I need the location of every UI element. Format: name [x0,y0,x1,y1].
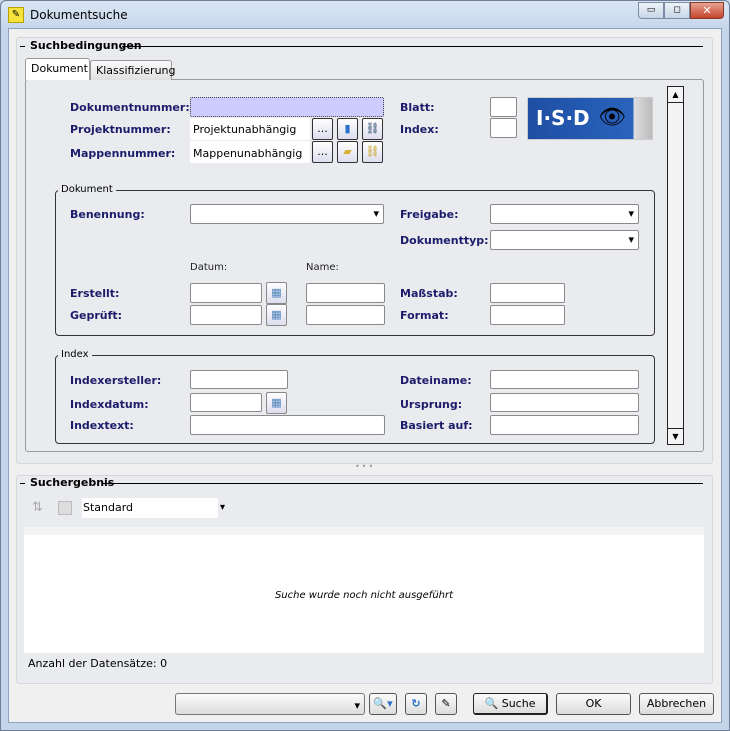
minimize-button[interactable]: ▭ [638,2,664,19]
splitter-handle[interactable]: ••• [355,462,375,471]
erstellt-date-input[interactable] [190,283,262,303]
maximize-button[interactable]: ◻ [664,2,690,19]
app-icon: ✎ [8,7,24,23]
benennung-label: Benennung: [70,208,145,221]
massstab-input[interactable] [490,283,565,303]
window-title: Dokumentsuche [30,8,128,22]
clear-eraser-button[interactable]: ✎ [435,693,457,715]
view-config-icon[interactable] [58,501,72,515]
erstellt-label: Erstellt: [70,287,120,300]
search-button[interactable]: 🔍 Suche [473,693,548,715]
massstab-label: Maßstab: [400,287,458,300]
blatt-label: Blatt: [400,101,435,114]
dateiname-input[interactable] [490,370,639,389]
name-header: Name: [306,262,339,273]
dokumenttyp-select[interactable] [490,230,639,250]
tab-klassifizierung[interactable]: Klassifizierung [90,60,176,80]
save-search-button[interactable]: 🔍▾ [369,693,397,715]
results-table: Suche wurde noch nicht ausgeführt [24,527,704,653]
search-button-label: Suche [501,697,536,710]
isd-logo: I·S·D 👁 [527,97,653,140]
format-label: Format: [400,309,449,322]
mappennummer-input[interactable]: Mappenunabhängig [190,141,310,163]
erstellt-calendar-button[interactable]: ▦ [266,282,287,304]
swap-icon[interactable]: ⇅ [32,500,43,515]
geprueft-name-input[interactable] [306,305,385,325]
dokumenttyp-label: Dokumenttyp: [400,234,489,247]
eye-icon: 👁 [598,105,626,130]
basiert-auf-label: Basiert auf: [400,419,473,432]
indexersteller-input[interactable] [190,370,288,389]
dokumentnummer-input[interactable] [190,97,384,117]
geprueft-calendar-button[interactable]: ▦ [266,304,287,326]
index-group-title: Index [58,349,92,360]
projektnummer-input[interactable]: Projektunabhängig [190,118,310,140]
cancel-button[interactable]: Abbrechen [639,693,714,715]
freigabe-label: Freigabe: [400,208,459,221]
projektnummer-label: Projektnummer: [70,123,171,136]
mappe-folder-icon[interactable]: ▰ [337,141,358,163]
datum-header: Datum: [190,262,228,273]
mappe-tree-icon[interactable]: ⛓ [362,141,383,163]
record-count: Anzahl der Datensätze: 0 [28,657,168,670]
geprueft-date-input[interactable] [190,305,262,325]
tab-dokument[interactable]: Dokument [25,58,90,80]
scroll-up-button[interactable]: ▲ [668,87,683,103]
view-select-value: Standard [83,501,134,514]
blatt-input[interactable] [490,97,517,117]
view-select[interactable]: Standard [82,498,218,518]
dokument-group-title: Dokument [58,184,116,195]
ok-button[interactable]: OK [556,693,631,715]
view-select-arrow[interactable]: ▾ [220,502,225,513]
indexdatum-input[interactable] [190,393,262,412]
indexersteller-label: Indexersteller: [70,374,162,387]
indextext-label: Indextext: [70,419,134,432]
ursprung-label: Ursprung: [400,398,463,411]
isd-logo-text: I·S·D [536,106,590,130]
index-label: Index: [400,123,439,136]
indextext-input[interactable] [190,415,385,435]
geprueft-label: Geprüft: [70,309,123,322]
refresh-button[interactable]: ↻ [405,693,427,715]
magnifier-icon: 🔍 [484,697,499,710]
mappennummer-label: Mappennummer: [70,147,176,160]
ursprung-input[interactable] [490,393,639,412]
benennung-select[interactable] [190,204,384,224]
erstellt-name-input[interactable] [306,283,385,303]
projekt-browse-button[interactable]: ... [312,118,333,140]
vertical-scrollbar[interactable]: ▲ ▼ [667,86,684,445]
close-button[interactable]: ✕ [690,2,724,19]
format-input[interactable] [490,305,565,325]
dokumentnummer-label: Dokumentnummer: [70,101,190,114]
empty-message: Suche wurde noch nicht ausgeführt [274,590,454,601]
indexdatum-calendar-button[interactable]: ▦ [266,392,287,414]
indexdatum-label: Indexdatum: [70,398,149,411]
projekt-tree-icon[interactable]: ⛓ [362,118,383,140]
dateiname-label: Dateiname: [400,374,472,387]
basiert-auf-input[interactable] [490,415,639,435]
freigabe-select[interactable] [490,204,639,224]
projekt-cabinet-icon[interactable]: ▮ [337,118,358,140]
saved-search-select[interactable] [175,693,365,716]
scroll-down-button[interactable]: ▼ [668,428,683,444]
mappe-browse-button[interactable]: ... [312,141,333,163]
index-input[interactable] [490,118,517,138]
